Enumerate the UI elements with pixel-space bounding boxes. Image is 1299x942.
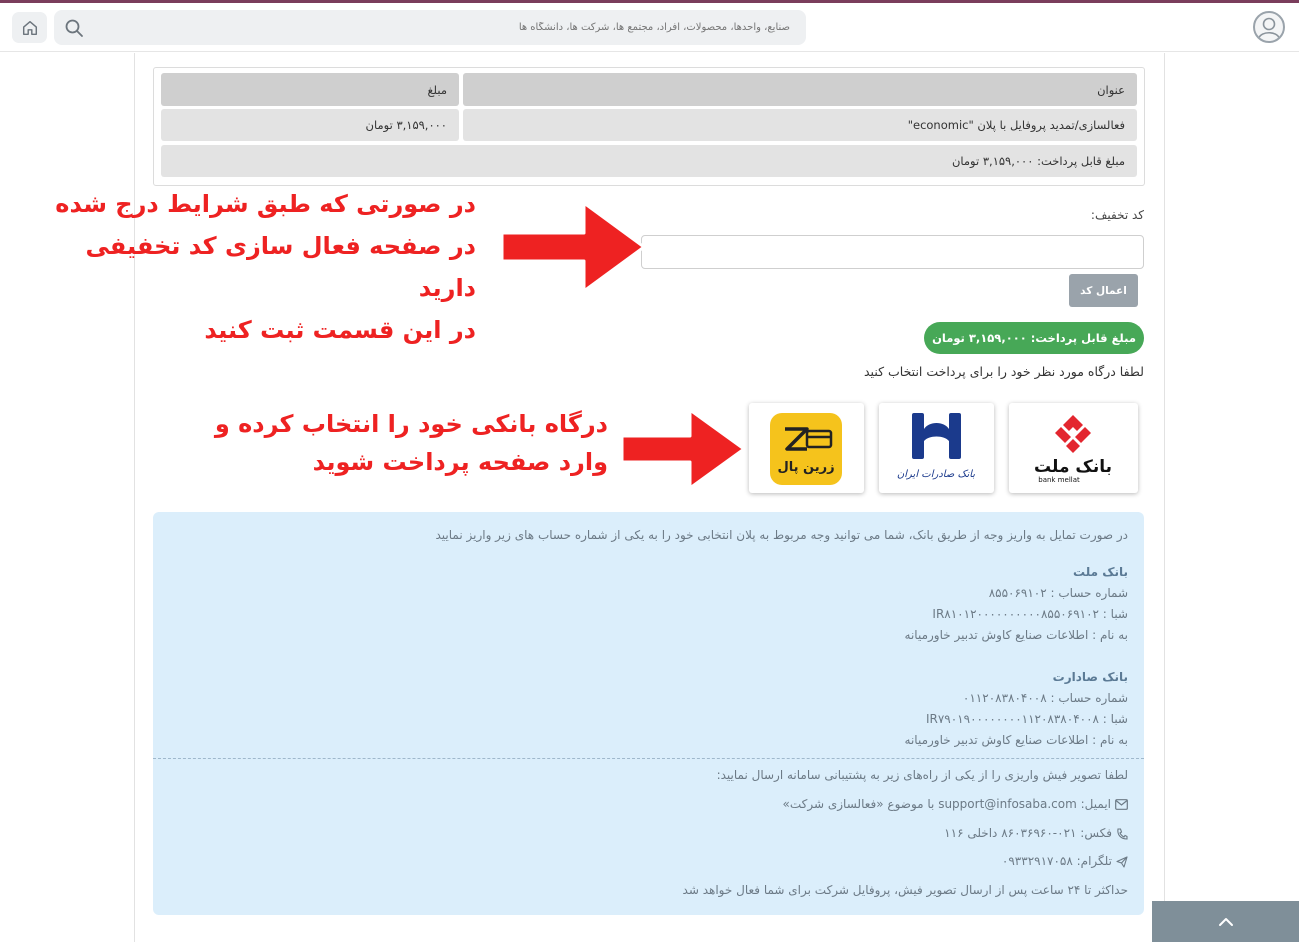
invoice-row-title: فعالسازی/تمدید پروفایل با پلان "economic… xyxy=(463,109,1137,141)
gateway-annotation-line: درگاه بانکی خود را انتخاب کرده و xyxy=(214,410,608,438)
discount-annotation-line: در صفحه فعال سازی کد تخفیفی دارید xyxy=(85,232,476,302)
fax-line: فکس: ۰۲۱-۸۶۰۳۶۹۶۰ داخلی ۱۱۶ xyxy=(944,826,1128,840)
gateway-zarinpal[interactable]: زرین پال xyxy=(749,403,864,493)
invoice-total: مبلغ قابل پرداخت: ۳,۱۵۹,۰۰۰ تومان xyxy=(161,145,1137,177)
fax-text: فکس: ۰۲۱-۸۶۰۳۶۹۶۰ داخلی ۱۱۶ xyxy=(944,826,1112,840)
user-avatar[interactable] xyxy=(1253,11,1285,43)
divider xyxy=(153,758,1144,759)
bank-mellat-logo-icon: بانک ملت bank mellat xyxy=(1034,415,1112,484)
saderat-title: بانک صادارت xyxy=(1052,670,1128,684)
discount-annotation: در صورتی که طبق شرایط درج شده در صفحه فع… xyxy=(28,183,476,351)
discount-annotation-line: در صورتی که طبق شرایط درج شده xyxy=(55,190,476,218)
discount-code-input[interactable] xyxy=(641,235,1144,269)
invoice-table: عنوان مبلغ فعالسازی/تمدید پروفایل با پلا… xyxy=(153,67,1145,186)
activation-note: حداکثر تا ۲۴ ساعت پس از ارسال تصویر فیش،… xyxy=(682,883,1128,897)
mellat-en-text: bank mellat xyxy=(1038,476,1080,484)
mellat-account: شماره حساب : ۸۵۵۰۶۹۱۰۲ xyxy=(988,586,1128,600)
invoice-header-amount: مبلغ xyxy=(161,73,459,106)
envelope-icon xyxy=(1115,799,1128,810)
email-text: ایمیل: support@infosaba.com با موضوع «فع… xyxy=(782,797,1111,811)
saderat-fa-text: بانک صادرات ایران xyxy=(897,469,975,480)
home-button[interactable] xyxy=(12,12,47,43)
user-avatar-icon xyxy=(1258,17,1280,39)
telegram-line: تلگرام: ۰۹۳۳۲۹۱۷۰۵۸ xyxy=(1002,854,1128,868)
gateway-saderat[interactable]: بانک صادرات ایران xyxy=(879,403,994,493)
gateway-annotation-line: وارد صفحه پرداخت شوید xyxy=(312,448,608,476)
zarinpal-logo-icon: زرین پال xyxy=(770,413,842,485)
gateway-annotation: درگاه بانکی خود را انتخاب کرده و وارد صف… xyxy=(200,405,608,481)
invoice-total-text: مبلغ قابل پرداخت: ۳,۱۵۹,۰۰۰ تومان xyxy=(951,154,1125,168)
search-input[interactable] xyxy=(150,10,790,45)
bank-transfer-info: در صورت تمایل به واریز وجه از طریق بانک،… xyxy=(153,512,1144,915)
mellat-sheba: شبا : IR۸۱۰۱۲۰۰۰۰۰۰۰۰۰۰۸۵۵۰۶۹۱۰۲ xyxy=(932,607,1128,621)
discount-annotation-line: در این قسمت ثبت کنید xyxy=(204,316,476,344)
saderat-owner: به نام : اطلاعات صنایع کاوش تدبیر خاورمی… xyxy=(904,733,1128,747)
zarinpal-fa-text: زرین پال xyxy=(777,460,834,475)
phone-icon xyxy=(1117,827,1128,840)
chevron-up-icon xyxy=(1218,917,1233,926)
gateway-mellat[interactable]: بانک ملت bank mellat xyxy=(1009,403,1138,493)
apply-discount-button[interactable]: اعمال کد xyxy=(1069,274,1138,307)
header-bar xyxy=(0,3,1299,52)
discount-label: کد تخفیف: xyxy=(1090,208,1144,222)
annotation-arrow-right-icon xyxy=(500,201,646,293)
invoice-row-amount: ۳,۱۵۹,۰۰۰ تومان xyxy=(161,109,459,141)
payable-amount-badge: مبلغ قابل پرداخت: ۳,۱۵۹,۰۰۰ تومان xyxy=(924,322,1144,354)
choose-gateway-text: لطفا درگاه مورد نظر خود را برای پرداخت ا… xyxy=(864,364,1144,379)
send-receipt-text: لطفا تصویر فیش واریزی را از یکی از راه‌ه… xyxy=(716,768,1128,782)
mellat-fa-text: بانک ملت xyxy=(1034,457,1112,477)
telegram-text: تلگرام: ۰۹۳۳۲۹۱۷۰۵۸ xyxy=(1001,854,1112,868)
invoice-header-title: عنوان xyxy=(463,73,1137,106)
invoice-header-title-text: عنوان xyxy=(1097,82,1125,97)
bank-saderat-logo-icon: بانک صادرات ایران xyxy=(897,413,975,480)
invoice-row-amount-text: ۳,۱۵۹,۰۰۰ تومان xyxy=(365,118,447,132)
annotation-arrow-right-icon xyxy=(620,408,746,490)
home-icon xyxy=(22,20,37,35)
bank-transfer-intro: در صورت تمایل به واریز وجه از طریق بانک،… xyxy=(435,528,1128,542)
invoice-row-title-text: فعالسازی/تمدید پروفایل با پلان "economic… xyxy=(907,118,1125,132)
saderat-sheba: شبا : IR۷۹۰۱۹۰۰۰۰۰۰۰۰۱۱۲۰۸۳۸۰۴۰۰۸ xyxy=(925,712,1128,726)
mellat-title: بانک ملت xyxy=(1072,565,1128,579)
telegram-icon xyxy=(1116,855,1128,868)
search-box[interactable] xyxy=(54,10,806,45)
email-line: ایمیل: support@infosaba.com با موضوع «فع… xyxy=(783,797,1128,811)
saderat-account: شماره حساب : ۰۱۱۲۰۸۳۸۰۴۰۰۸ xyxy=(962,691,1128,705)
search-icon[interactable] xyxy=(64,18,84,38)
invoice-header-amount-text: مبلغ xyxy=(427,82,447,97)
scroll-to-top-button[interactable] xyxy=(1152,901,1299,942)
mellat-owner: به نام : اطلاعات صنایع کاوش تدبیر خاورمی… xyxy=(904,628,1128,642)
